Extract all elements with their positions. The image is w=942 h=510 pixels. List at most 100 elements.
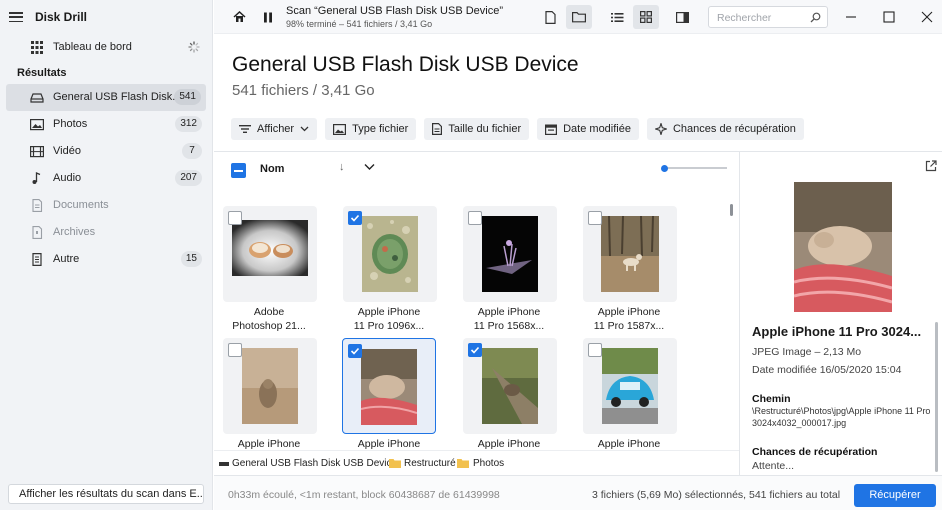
file-size-filter-button[interactable]: Taille du fichier — [424, 118, 530, 140]
sidebar-item-dashboard[interactable]: Tableau de bord — [0, 34, 212, 61]
thumbnail-image — [232, 220, 308, 276]
file-grid: Adobe Photoshop 21... Apple iPhone 11 Pro … — [214, 188, 739, 450]
file-tile-selected[interactable] — [342, 338, 436, 434]
sidebar-item-audio[interactable]: Audio 207 — [0, 165, 212, 192]
file-type-filter-button[interactable]: Type fichier — [325, 118, 417, 140]
select-all-checkbox[interactable] — [231, 163, 246, 178]
file-name-line: Apple iPhone — [477, 438, 541, 450]
home-icon — [232, 11, 246, 22]
preview-image — [794, 182, 892, 312]
menu-icon[interactable] — [9, 12, 23, 22]
show-in-explorer-button[interactable]: Afficher les résultats du scan dans E... — [8, 484, 204, 504]
check-icon — [350, 347, 360, 355]
sidebar-item-label: Photos — [53, 118, 88, 130]
file-view-button[interactable] — [537, 5, 563, 29]
file-checkbox-checked[interactable] — [348, 211, 362, 225]
file-name: Apple iPhone 11 Pro 1096x... — [334, 305, 444, 333]
file-name-line: Adobe — [253, 306, 285, 318]
file-checkbox[interactable] — [468, 211, 482, 225]
thumbnail-image — [602, 348, 658, 424]
file-tile[interactable] — [583, 338, 677, 434]
slider-track — [665, 167, 727, 169]
image-icon — [333, 123, 347, 135]
open-external-icon[interactable] — [925, 160, 937, 172]
sidebar-item-label: General USB Flash Disk... — [53, 91, 182, 103]
image-icon — [30, 119, 44, 131]
grid-icon — [31, 41, 43, 54]
file-tile[interactable] — [463, 206, 557, 302]
sidebar-item-photos[interactable]: Photos 312 — [0, 111, 212, 138]
minimize-icon[interactable] — [845, 11, 857, 23]
count-badge: 541 — [174, 89, 201, 105]
sort-arrow-icon[interactable]: ↓ — [339, 161, 345, 173]
sidebar-item-documents[interactable]: Documents — [0, 192, 212, 219]
file-name-line: Apple iPhone — [357, 438, 421, 450]
status-bar: 0h33m écoulé, <1m restant, block 6043868… — [214, 475, 942, 510]
chevron-down-icon[interactable] — [364, 163, 375, 171]
pause-button[interactable] — [255, 5, 281, 29]
sidebar-item-other[interactable]: Autre 15 — [0, 246, 212, 273]
recover-button[interactable]: Récupérer — [854, 484, 936, 507]
file-name: Apple iPhone — [574, 437, 684, 450]
home-button[interactable] — [226, 5, 252, 29]
drive-icon — [219, 462, 229, 466]
page-subtitle: 541 fichiers / 3,41 Go — [232, 82, 375, 99]
sidebar-item-video[interactable]: Vidéo 7 — [0, 138, 212, 165]
breadcrumb-folder[interactable]: Restructuré — [404, 458, 456, 469]
list-icon — [610, 12, 623, 22]
maximize-icon[interactable] — [883, 11, 895, 23]
count-badge: 207 — [175, 170, 202, 186]
folder-view-button[interactable] — [566, 5, 592, 29]
breadcrumb-drive[interactable]: General USB Flash Disk USB Device — [232, 458, 397, 469]
preview-scrollbar[interactable] — [935, 322, 938, 472]
thumbnail-size-slider[interactable] — [661, 165, 731, 172]
thumbnail-image — [361, 349, 417, 425]
show-filter-button[interactable]: Afficher — [231, 118, 318, 140]
date-modified-filter-button[interactable]: Date modifiée — [537, 118, 639, 140]
file-checkbox-checked[interactable] — [468, 343, 482, 357]
app-title: Disk Drill — [35, 10, 88, 24]
file-checkbox[interactable] — [228, 343, 242, 357]
file-tile[interactable] — [223, 206, 317, 302]
toolbar: Scan “General USB Flash Disk USB Device”… — [214, 0, 942, 34]
thumbnail-image — [362, 216, 418, 292]
file-tile[interactable] — [343, 206, 437, 302]
file-checkbox[interactable] — [228, 211, 242, 225]
search-placeholder: Rechercher — [717, 12, 772, 24]
list-view-button[interactable] — [604, 5, 630, 29]
search-input[interactable]: Rechercher — [708, 6, 828, 28]
file-tile[interactable] — [463, 338, 557, 434]
close-icon[interactable] — [921, 11, 933, 23]
file-name: Apple iPhone — [454, 437, 564, 450]
sidebar-item-archives[interactable]: Archives — [0, 219, 212, 246]
preview-panel-toggle[interactable] — [669, 5, 695, 29]
recovery-chances-filter-button[interactable]: Chances de récupération — [646, 118, 804, 140]
sidebar-item-usb-drive[interactable]: General USB Flash Disk... 541 — [6, 84, 206, 111]
file-tile[interactable] — [583, 206, 677, 302]
slider-knob[interactable] — [661, 165, 668, 172]
file-name-line: 11 Pro 1096x... — [353, 320, 425, 332]
column-name-header[interactable]: Nom — [260, 163, 284, 175]
grid-view-button[interactable] — [633, 5, 659, 29]
preview-file-name: Apple iPhone 11 Pro 3024... — [752, 324, 922, 339]
preview-panel: Apple iPhone 11 Pro 3024... JPEG Image –… — [739, 152, 942, 475]
scan-progress: 98% terminé – 541 fichiers / 3,41 Go — [286, 19, 433, 29]
file-name-line: Apple iPhone — [477, 306, 541, 318]
sidebar-item-label: Archives — [53, 226, 96, 238]
path-value: \Restructuré\Photos\jpg\Apple iPhone 11 … — [752, 406, 931, 428]
file-tile[interactable] — [223, 338, 317, 434]
document-icon — [32, 199, 43, 212]
filter-label: Afficher — [257, 123, 295, 135]
grid-scrollbar[interactable] — [730, 204, 733, 216]
file-name: Apple iPhone — [214, 437, 324, 450]
list-header: Nom ↓ — [214, 152, 739, 188]
selection-summary: 3 fichiers (5,69 Mo) sélectionnés, 541 f… — [592, 489, 841, 501]
thumbnail-image — [482, 216, 538, 292]
file-checkbox[interactable] — [588, 343, 602, 357]
file-name: Adobe Photoshop 21... — [214, 305, 324, 333]
count-badge: 15 — [180, 251, 202, 267]
file-checkbox[interactable] — [588, 211, 602, 225]
breadcrumb-folder[interactable]: Photos — [473, 458, 504, 469]
file-checkbox-checked[interactable] — [348, 344, 362, 358]
breadcrumb: General USB Flash Disk USB Device Restru… — [214, 450, 739, 475]
